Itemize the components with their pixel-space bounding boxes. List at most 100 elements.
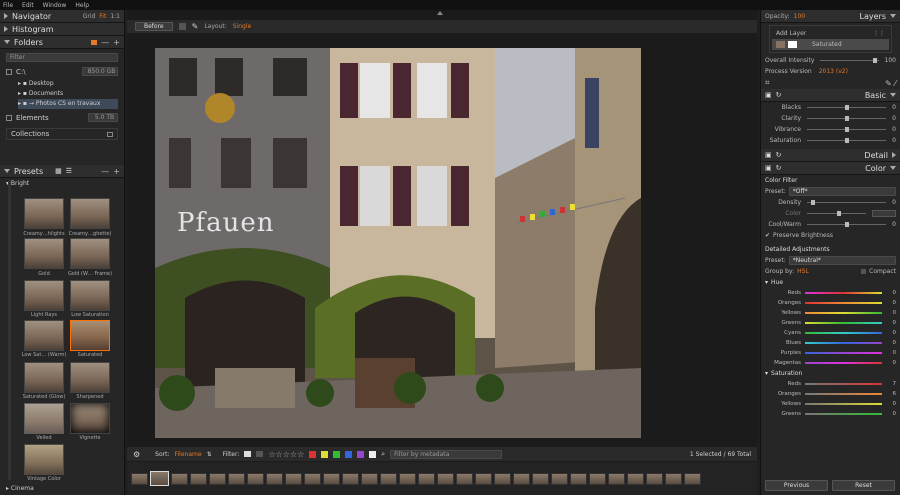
folders-header[interactable]: Folders — + (0, 36, 124, 49)
groupby-select[interactable]: HSL (797, 268, 809, 275)
gear-icon[interactable]: ⚙ (133, 450, 140, 459)
color-label-purple[interactable] (357, 450, 365, 458)
detailed-preset-row[interactable]: Preset: *Neutral* (761, 255, 900, 266)
preset-thumb[interactable] (24, 320, 64, 351)
collections-button[interactable]: Collections (6, 128, 118, 140)
color-label-white[interactable] (369, 450, 377, 458)
groupby-row[interactable]: Group by: HSL Compact (761, 266, 900, 277)
hue-slider-row[interactable]: Blues 0 (761, 338, 900, 348)
basic-slider-row[interactable]: Blacks 0 (761, 102, 900, 113)
reset-icon[interactable]: ↻ (776, 151, 782, 159)
preset-thumb[interactable] (70, 238, 110, 269)
layer-row[interactable]: Saturated (772, 39, 889, 50)
preset-thumb[interactable] (70, 403, 110, 434)
collapse-top-icon[interactable] (437, 11, 443, 15)
hue-slider-row[interactable]: Reds 0 (761, 288, 900, 298)
main-photo[interactable]: Pfauen (155, 48, 641, 438)
color-label-red[interactable] (309, 450, 317, 458)
saturation-slider-row[interactable]: Yellows 0 (761, 399, 900, 409)
fit-button[interactable]: Fit (99, 13, 106, 20)
saturation-slider-row[interactable]: Reds 7 (761, 379, 900, 389)
detail-header[interactable]: ▣ ↻ Detail (761, 149, 900, 162)
add-layer-row[interactable]: Add Layer ⋮⋮ (772, 28, 889, 39)
reset-icon[interactable]: ↻ (776, 91, 782, 99)
previous-button[interactable]: Previous (765, 480, 828, 491)
plus-icon[interactable]: + (113, 167, 120, 176)
coolwarm-row[interactable]: Cool/Warm 0 (761, 219, 900, 230)
drive-row[interactable]: C:\ 850.0 GB (6, 67, 118, 76)
list-view-icon[interactable]: ☰ (66, 167, 72, 175)
sort-order-icon[interactable]: ⇅ (207, 451, 212, 458)
film-thumb[interactable] (475, 472, 492, 485)
preset-thumb[interactable] (24, 280, 64, 311)
preset-thumb[interactable] (24, 238, 64, 269)
process-version-row[interactable]: Process Version 2013 (v2) (761, 66, 900, 77)
film-thumb[interactable] (285, 472, 302, 485)
basic-header[interactable]: ▣ ↻ Basic (761, 89, 900, 102)
detailed-preset-select[interactable]: *Neutral* (788, 256, 896, 265)
sort-select[interactable]: Filename (175, 451, 202, 458)
compact-checkbox[interactable] (861, 269, 867, 274)
presets-group[interactable]: ▾ Bright (6, 180, 116, 188)
film-thumb[interactable] (513, 472, 530, 485)
film-thumb[interactable] (570, 472, 587, 485)
film-thumb[interactable] (418, 472, 435, 485)
color-row[interactable]: Color (761, 208, 900, 219)
preset-thumb[interactable] (24, 444, 64, 475)
compare-icon[interactable] (178, 23, 186, 30)
brush-icon[interactable]: ✎ (192, 22, 199, 31)
film-thumb[interactable] (209, 472, 226, 485)
crop-icon[interactable]: ⌗ (765, 78, 770, 88)
saturation-slider-row[interactable]: Greens 0 (761, 409, 900, 419)
film-thumb[interactable] (494, 472, 511, 485)
folder-item-documents[interactable]: ▸ ▪ Documents (18, 89, 118, 99)
plus-icon[interactable]: + (113, 38, 120, 47)
filmstrip[interactable] (127, 462, 757, 495)
toggle-icon[interactable]: ▣ (765, 164, 772, 172)
before-button[interactable]: Before (135, 22, 173, 31)
hue-slider-row[interactable]: Yellows 0 (761, 308, 900, 318)
film-thumb[interactable] (266, 472, 283, 485)
flag-icon[interactable] (244, 451, 252, 457)
color-header[interactable]: ▣ ↻ Color (761, 162, 900, 175)
menu-window[interactable]: Window (43, 2, 67, 9)
preset-thumb[interactable] (70, 280, 110, 311)
film-thumb[interactable] (361, 472, 378, 485)
overall-intensity-row[interactable]: Overall Intensity 100 (761, 55, 900, 66)
presets-group-cinema[interactable]: ▸ Cinema (6, 485, 34, 492)
film-thumb[interactable] (342, 472, 359, 485)
preset-thumb[interactable] (24, 403, 64, 434)
film-thumb[interactable] (608, 472, 625, 485)
saturation-slider-row[interactable]: Oranges 6 (761, 389, 900, 399)
layout-select[interactable]: Single (233, 23, 251, 30)
eyedropper-icon[interactable]: ⁄ (895, 79, 896, 88)
menu-help[interactable]: Help (75, 2, 89, 9)
toggle-icon[interactable]: ▣ (765, 151, 772, 159)
basic-slider-row[interactable]: Clarity 0 (761, 113, 900, 124)
menu-file[interactable]: File (3, 2, 13, 9)
elements-row[interactable]: Elements 5.0 TB (6, 113, 118, 122)
hue-slider-row[interactable]: Greens 0 (761, 318, 900, 328)
folder-filter-input[interactable]: Filter (6, 53, 118, 62)
preset-thumb[interactable] (24, 198, 64, 229)
hue-slider-row[interactable]: Magentas 0 (761, 358, 900, 368)
grid-button[interactable]: Grid (83, 13, 96, 20)
film-thumb[interactable] (171, 472, 188, 485)
minus-icon[interactable]: — (101, 167, 109, 176)
film-thumb[interactable] (684, 472, 701, 485)
preset-thumb[interactable] (24, 362, 64, 393)
preset-thumb[interactable] (70, 198, 110, 229)
film-thumb[interactable] (399, 472, 416, 485)
minus-icon[interactable]: — (101, 38, 109, 47)
hue-slider-row[interactable]: Cyans 0 (761, 328, 900, 338)
saturation-header[interactable]: ▾ Saturation (761, 368, 900, 379)
color-label-green[interactable] (333, 450, 341, 458)
grid-view-icon[interactable]: ▦ (55, 167, 62, 175)
color-label-yellow[interactable] (321, 450, 329, 458)
film-thumb[interactable] (228, 472, 245, 485)
film-thumb[interactable] (247, 472, 264, 485)
film-thumb[interactable] (456, 472, 473, 485)
film-thumb[interactable] (131, 472, 148, 485)
star-filter[interactable]: ☆☆☆☆☆ (268, 450, 304, 459)
film-thumb[interactable] (665, 472, 682, 485)
